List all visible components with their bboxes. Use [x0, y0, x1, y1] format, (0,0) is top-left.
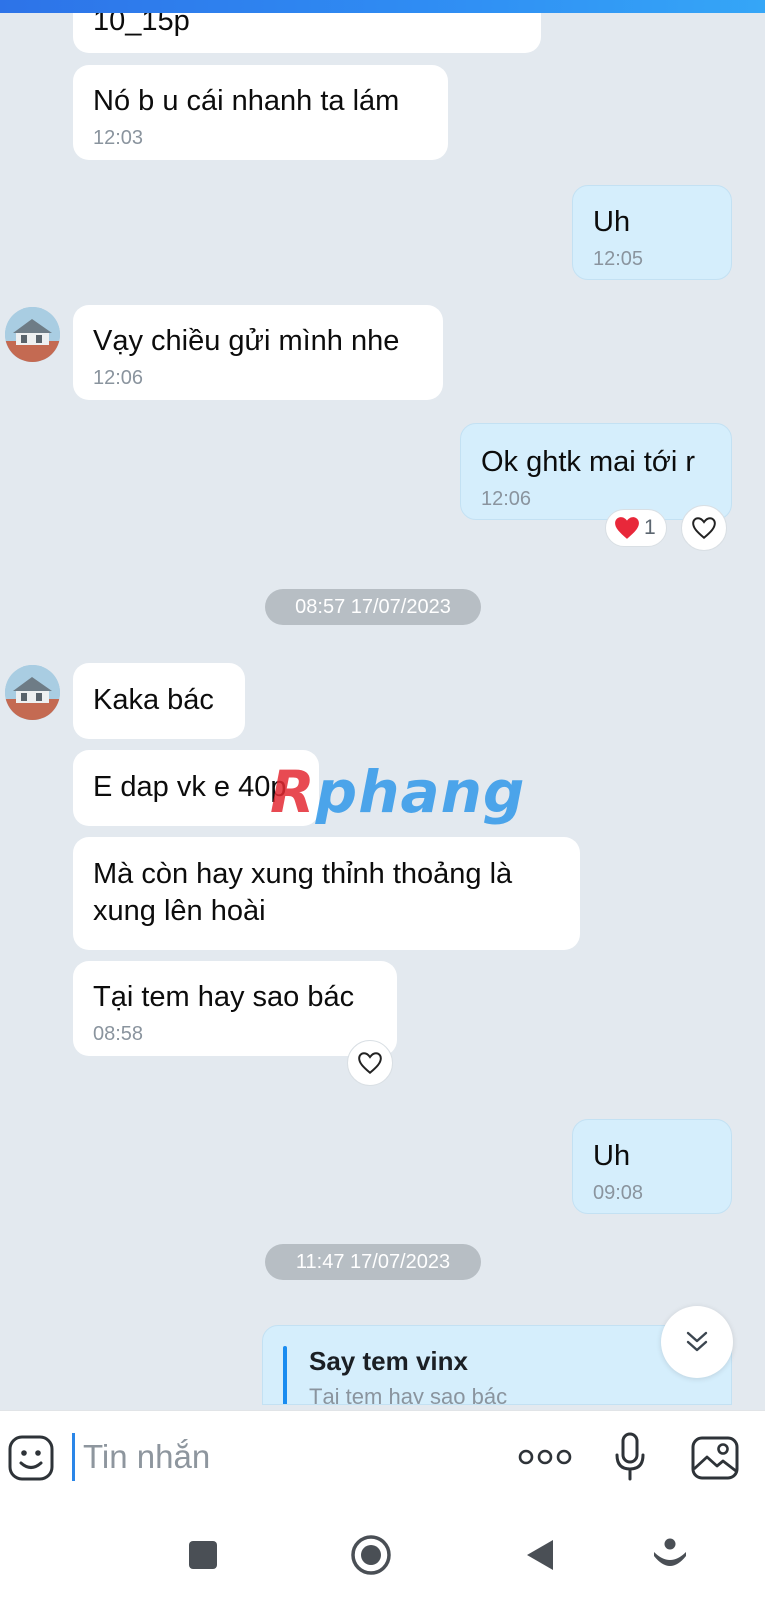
message-text: Vạy chiều gửi mình nhe [93, 325, 400, 357]
react-button[interactable] [347, 1040, 393, 1086]
emoji-icon [8, 1435, 54, 1481]
message-text: Mà còn hay xung thỉnh thoảng là xung lên… [93, 858, 513, 927]
image-icon [691, 1436, 739, 1480]
message-bubble-incoming[interactable]: 10_15p [73, 13, 541, 53]
message-composer: Tin nhắn [0, 1410, 765, 1510]
date-separator: 11:47 17/07/2023 [265, 1244, 481, 1280]
back-button[interactable] [515, 1530, 565, 1580]
message-text: 10_15p [93, 13, 190, 37]
more-options-button[interactable] [517, 1437, 573, 1477]
message-text: Nó b u cái nhanh ta lám [93, 85, 400, 117]
message-input[interactable]: Tin nhắn [72, 1433, 492, 1481]
reply-quoted-text: Tại tem hay sao bác [309, 1384, 508, 1405]
message-bubble-incoming[interactable]: E dap vk e 40p [73, 750, 319, 826]
heart-filled-icon [615, 517, 639, 539]
message-bubble-incoming[interactable]: Mà còn hay xung thỉnh thoảng là xung lên… [73, 837, 580, 950]
message-bubble-outgoing[interactable]: Uh 09:08 [572, 1119, 732, 1214]
message-time: 08:58 [93, 1023, 144, 1045]
house-photo-icon [5, 665, 60, 720]
circle-home-icon [351, 1535, 391, 1575]
message-time: 12:05 [593, 248, 644, 270]
message-bubble-incoming[interactable]: Tại tem hay sao bác 08:58 [73, 961, 397, 1056]
message-time: 12:03 [93, 127, 144, 149]
assistant-button[interactable] [645, 1530, 695, 1580]
message-bubble-incoming[interactable]: Vạy chiều gửi mình nhe 12:06 [73, 305, 443, 400]
emoji-button[interactable] [6, 1433, 56, 1483]
reaction-summary[interactable]: 1 [605, 509, 667, 547]
home-button[interactable] [346, 1530, 396, 1580]
message-text: Kaka bác [93, 684, 214, 716]
message-bubble-outgoing[interactable]: Ok ghtk mai tới r 12:06 [460, 423, 732, 520]
chat-thread[interactable]: 10_15p Nó b u cái nhanh ta lám 12:03 Uh … [0, 13, 765, 1410]
heart-outline-icon [358, 1052, 382, 1075]
message-text: Tại tem hay sao bác [93, 981, 355, 1013]
square-icon [189, 1541, 217, 1569]
send-image-button[interactable] [688, 1431, 742, 1485]
back-triangle-icon [527, 1540, 553, 1570]
heart-outline-icon [692, 517, 716, 540]
quote-indicator-bar [283, 1346, 287, 1404]
react-button[interactable] [681, 505, 727, 551]
message-text: Uh [593, 206, 631, 238]
message-bubble-outgoing[interactable]: Uh 12:05 [572, 185, 732, 280]
date-separator: 08:57 17/07/2023 [265, 589, 481, 625]
system-navigation-bar [0, 1510, 765, 1600]
message-bubble-incoming[interactable]: Nó b u cái nhanh ta lám 12:03 [73, 65, 448, 160]
contact-avatar[interactable] [5, 307, 60, 362]
message-time: 09:08 [593, 1182, 644, 1204]
message-time: 12:06 [93, 367, 144, 389]
house-photo-icon [5, 307, 60, 362]
voice-message-button[interactable] [607, 1429, 653, 1485]
more-options-icon [518, 1449, 572, 1465]
assistant-icon [654, 1538, 686, 1566]
recent-apps-button[interactable] [178, 1530, 228, 1580]
message-bubble-incoming[interactable]: Kaka bác [73, 663, 245, 739]
status-bar-strip [0, 0, 765, 13]
double-chevron-down-icon [686, 1331, 708, 1352]
message-text: E dap vk e 40p [93, 771, 287, 803]
microphone-icon [615, 1432, 645, 1481]
contact-avatar[interactable] [5, 665, 60, 720]
scroll-to-bottom-button[interactable] [661, 1306, 733, 1378]
message-text: Ok ghtk mai tới r [481, 446, 696, 478]
message-text: Uh [593, 1140, 631, 1172]
message-time: 12:06 [481, 488, 532, 510]
reaction-count: 1 [644, 516, 656, 539]
reply-title: Say tem vinx [309, 1346, 468, 1376]
